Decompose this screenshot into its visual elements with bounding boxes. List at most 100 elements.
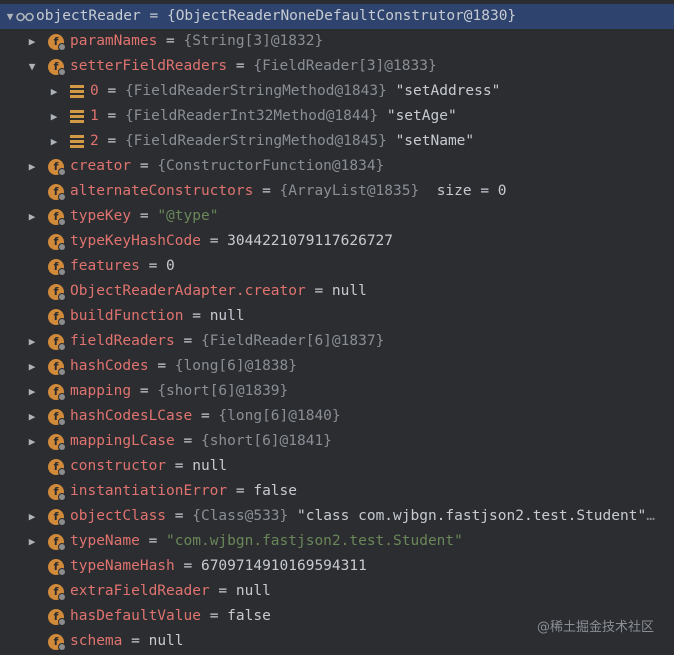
field-icon: f <box>48 433 66 451</box>
equals-sign: = <box>148 258 158 274</box>
tree-node-typenamehash[interactable]: f typeNameHash = 6709714910169594311 <box>0 554 674 579</box>
chevron-right-icon[interactable]: ▶ <box>26 504 38 529</box>
equals-sign: = <box>183 433 193 449</box>
chevron-right-icon[interactable]: ▶ <box>48 104 60 129</box>
field-reference: {FieldReader[6]@1837} <box>200 333 385 349</box>
field-name: typeNameHash <box>70 558 175 574</box>
field-reference: {long[6]@1840} <box>218 408 341 424</box>
field-string-value: "com.wjbgn.fastjson2.test.Student" <box>166 533 463 549</box>
field-icon: f <box>48 58 66 76</box>
chevron-right-icon[interactable]: ▶ <box>26 329 38 354</box>
chevron-down-icon[interactable]: ▼ <box>4 4 16 29</box>
field-name: extraFieldReader <box>70 583 210 599</box>
chevron-right-icon[interactable]: ▶ <box>26 29 38 54</box>
chevron-right-icon[interactable]: ▶ <box>26 204 38 229</box>
field-name: setterFieldReaders <box>70 58 228 74</box>
tree-node-objectclass[interactable]: ▶ f objectClass = {Class@533} "class com… <box>0 504 674 529</box>
field-icon: f <box>48 283 66 301</box>
field-icon: f <box>48 483 66 501</box>
watch-glasses-icon <box>16 10 34 24</box>
equals-sign: = <box>148 533 158 549</box>
tree-node-creator[interactable]: ▶ f creator = {ConstructorFunction@1834} <box>0 154 674 179</box>
tree-node-mappinglcase[interactable]: ▶ f mappingLCase = {short[6]@1841} <box>0 429 674 454</box>
field-name: ObjectReaderAdapter.creator <box>70 283 306 299</box>
element-index: 2 <box>90 133 99 149</box>
tree-node-extrafieldreader[interactable]: f extraFieldReader = null <box>0 579 674 604</box>
tree-node-paramnames[interactable]: ▶ f paramNames = {String[3]@1832} <box>0 29 674 54</box>
field-value: null <box>192 458 228 474</box>
field-value: false <box>253 483 297 499</box>
field-icon: f <box>48 558 66 576</box>
field-icon: f <box>48 233 66 251</box>
element-index: 0 <box>90 83 99 99</box>
equals-sign: = <box>139 383 149 399</box>
field-icon: f <box>48 508 66 526</box>
tree-node-objectreader[interactable]: ▼ objectReader = {ObjectReaderNoneDefaul… <box>0 4 674 29</box>
equals-sign: = <box>183 558 193 574</box>
field-name: mappingLCase <box>70 433 175 449</box>
field-icon: f <box>48 633 66 651</box>
chevron-down-icon[interactable]: ▼ <box>26 54 38 79</box>
field-value: null <box>235 583 271 599</box>
field-string-value: "@type" <box>157 208 219 224</box>
tree-node-array-element[interactable]: ▶ 1 = {FieldReaderInt32Method@1844} "set… <box>0 104 674 129</box>
chevron-right-icon[interactable]: ▶ <box>26 154 38 179</box>
element-reference: {FieldReaderStringMethod@1843} <box>124 83 387 99</box>
tree-node-constructor[interactable]: f constructor = null <box>0 454 674 479</box>
tree-node-hashcodes[interactable]: ▶ f hashCodes = {long[6]@1838} <box>0 354 674 379</box>
field-icon: f <box>48 383 66 401</box>
field-label: "class com.wjbgn.fastjson2.test.Student" <box>297 508 647 524</box>
chevron-right-icon[interactable]: ▶ <box>26 429 38 454</box>
field-name: typeKey <box>70 208 132 224</box>
chevron-right-icon[interactable]: ▶ <box>26 354 38 379</box>
tree-node-array-element[interactable]: ▶ 0 = {FieldReaderStringMethod@1843} "se… <box>0 79 674 104</box>
field-icon: f <box>48 458 66 476</box>
field-reference: {long[6]@1838} <box>174 358 297 374</box>
field-name: creator <box>70 158 132 174</box>
chevron-right-icon[interactable]: ▶ <box>26 379 38 404</box>
equals-sign: = <box>166 33 175 49</box>
field-icon: f <box>48 408 66 426</box>
field-icon: f <box>48 308 66 326</box>
tree-node-hashcodeslcase[interactable]: ▶ f hashCodesLCase = {long[6]@1840} <box>0 404 674 429</box>
field-name: features <box>70 258 140 274</box>
tree-node-features[interactable]: f features = 0 <box>0 254 674 279</box>
equals-sign: = <box>139 158 149 174</box>
variables-tree: ▼ objectReader = {ObjectReaderNoneDefaul… <box>0 4 674 654</box>
equals-sign: = <box>192 308 201 324</box>
tree-node-objectreaderadapter-creator[interactable]: f ObjectReaderAdapter.creator = null <box>0 279 674 304</box>
chevron-right-icon[interactable]: ▶ <box>26 404 38 429</box>
field-name: objectClass <box>70 508 167 524</box>
tree-node-buildfunction[interactable]: f buildFunction = null <box>0 304 674 329</box>
field-name: hashCodesLCase <box>70 408 193 424</box>
tree-node-fieldreaders[interactable]: ▶ f fieldReaders = {FieldReader[6]@1837} <box>0 329 674 354</box>
field-icon: f <box>48 158 66 176</box>
tree-node-setterfieldreaders[interactable]: ▼ f setterFieldReaders = {FieldReader[3]… <box>0 54 674 79</box>
field-icon: f <box>48 258 66 276</box>
tree-node-instantiationerror[interactable]: f instantiationError = false <box>0 479 674 504</box>
field-name: buildFunction <box>70 308 184 324</box>
tree-node-alternateconstructors[interactable]: f alternateConstructors = {ArrayList@183… <box>0 179 674 204</box>
chevron-right-icon[interactable]: ▶ <box>48 79 60 104</box>
equals-sign: = <box>149 8 159 24</box>
equals-sign: = <box>183 333 193 349</box>
watermark: @稀土掘金技术社区 <box>536 620 654 635</box>
field-reference: {FieldReader[3]@1833} <box>253 58 437 74</box>
tree-node-typekey[interactable]: ▶ f typeKey = "@type" <box>0 204 674 229</box>
equals-sign: = <box>139 208 149 224</box>
field-icon: f <box>48 358 66 376</box>
tree-node-array-element[interactable]: ▶ 2 = {FieldReaderStringMethod@1845} "se… <box>0 129 674 154</box>
array-element-icon <box>70 85 84 98</box>
field-reference: {short[6]@1839} <box>157 383 289 399</box>
tree-node-mapping[interactable]: ▶ f mapping = {short[6]@1839} <box>0 379 674 404</box>
field-value: null <box>148 633 184 649</box>
chevron-right-icon[interactable]: ▶ <box>26 529 38 554</box>
equals-sign: = <box>157 358 167 374</box>
tree-node-typekeyhashcode[interactable]: f typeKeyHashCode = 3044221079117626727 <box>0 229 674 254</box>
equals-sign: = <box>131 633 140 649</box>
tree-node-typename[interactable]: ▶ f typeName = "com.wjbgn.fastjson2.test… <box>0 529 674 554</box>
chevron-right-icon[interactable]: ▶ <box>48 129 60 154</box>
